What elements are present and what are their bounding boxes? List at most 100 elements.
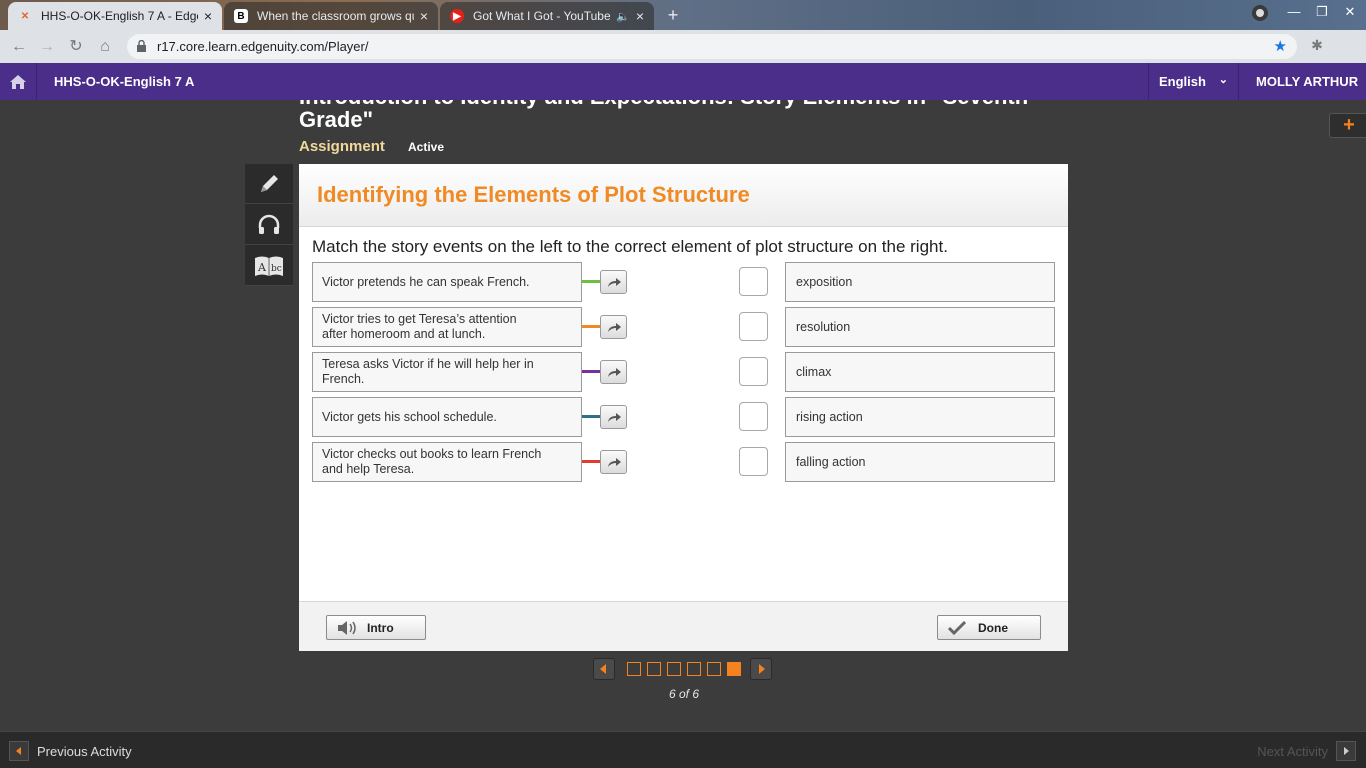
page-indicator-5[interactable] [707,662,721,676]
plot-element-text: climax [796,365,832,379]
back-icon[interactable]: ← [8,36,30,58]
lesson-status: Active [408,140,445,154]
event-item[interactable]: Victor tries to get Teresa’s attention a… [312,307,582,347]
done-button[interactable]: Done [937,615,1041,640]
lesson-type: Assignment [299,138,385,155]
house-icon [10,74,26,89]
curved-arrow-icon [607,323,621,332]
match-target-box[interactable] [739,312,768,341]
chevron-down-icon: ⌄ [1218,74,1228,86]
intro-label: Intro [367,620,394,635]
match-target-box[interactable] [739,267,768,296]
home-icon[interactable]: ⌂ [94,36,116,58]
activity-header: Identifying the Elements of Plot Structu… [299,164,1068,227]
event-text: Victor tries to get Teresa’s attention a… [322,312,517,341]
close-tab-icon[interactable]: × [420,8,428,24]
next-activity-button[interactable]: Next Activity [1257,741,1356,761]
user-name[interactable]: MOLLY ARTHUR [1256,74,1358,89]
profile-icon[interactable] [1248,4,1272,25]
browser-tab-classroom[interactable]: B When the classroom grows quiet × [224,2,438,30]
restore-icon[interactable]: ❐ [1310,4,1334,20]
match-target-box[interactable] [739,357,768,386]
url-text: r17.core.learn.edgenuity.com/Player/ [157,39,369,54]
match-target-box[interactable] [739,402,768,431]
new-tab-button[interactable]: + [662,4,684,26]
minimize-icon[interactable]: — [1282,4,1306,19]
activity-prompt: Match the story events on the left to th… [312,237,948,256]
drag-arrow-button[interactable] [600,405,627,429]
triangle-right-icon [759,664,765,674]
edgenuity-icon: ✕ [20,10,30,22]
plot-element-item: resolution [785,307,1055,347]
audio-tool-button[interactable] [245,205,293,245]
connector-line [582,460,600,463]
plot-element-item: exposition [785,262,1055,302]
event-item[interactable]: Victor gets his school schedule. [312,397,582,437]
tab-title: When the classroom grows quiet [257,9,414,23]
event-text: Victor gets his school schedule. [322,409,497,424]
event-text: Teresa asks Victor if he will help her i… [322,357,534,386]
event-item[interactable]: Teresa asks Victor if he will help her i… [312,352,582,392]
event-item[interactable]: Victor checks out books to learn French … [312,442,582,482]
speaker-icon [338,620,356,635]
pager-prev-button[interactable] [593,658,615,680]
svg-text:A: A [257,261,267,274]
curved-arrow-icon [607,458,621,467]
address-bar[interactable]: r17.core.learn.edgenuity.com/Player/ ★ [127,34,1297,59]
reload-icon[interactable]: ↻ [65,36,87,58]
b-icon: B [234,9,248,23]
app-header: HHS-O-OK-English 7 A English ⌄ MOLLY ART… [0,63,1366,100]
close-tab-icon[interactable]: × [204,8,212,24]
bookmark-star-icon[interactable]: ★ [1274,37,1287,55]
drag-arrow-button[interactable] [600,270,627,294]
done-label: Done [978,620,1008,635]
page-indicator-2[interactable] [647,662,661,676]
checkmark-icon [948,620,966,635]
curved-arrow-icon [607,413,621,422]
activity-card: Identifying the Elements of Plot Structu… [299,164,1068,651]
lock-icon [137,40,146,52]
intro-button[interactable]: Intro [326,615,426,640]
extension-icon[interactable]: ✱ [1308,37,1326,55]
triangle-right-icon [1336,741,1356,761]
previous-activity-button[interactable]: Previous Activity [9,741,132,761]
youtube-music-icon: ▶ [450,9,464,23]
course-title: HHS-O-OK-English 7 A [54,74,195,89]
page-indicator-4[interactable] [687,662,701,676]
page-indicator-1[interactable] [627,662,641,676]
tool-panel: Abc [245,164,293,286]
activity-footer: Intro Done [299,601,1068,651]
drag-arrow-button[interactable] [600,450,627,474]
drag-arrow-button[interactable] [600,315,627,339]
home-button[interactable] [0,63,37,100]
pencil-tool-button[interactable] [245,164,293,204]
pager-next-button[interactable] [750,658,772,680]
close-tab-icon[interactable]: × [636,8,644,24]
close-window-icon[interactable]: ✕ [1338,4,1362,20]
pencil-icon [261,174,278,192]
forward-icon[interactable]: → [36,36,58,58]
drag-arrow-button[interactable] [600,360,627,384]
plot-element-item: falling action [785,442,1055,482]
plot-element-item: climax [785,352,1055,392]
expand-plus-button[interactable]: + [1329,113,1366,138]
page-count: 6 of 6 [669,687,700,701]
glossary-tool-button[interactable]: Abc [245,246,293,286]
curved-arrow-icon [607,278,621,287]
browser-toolbar: ← → ↻ ⌂ r17.core.learn.edgenuity.com/Pla… [0,30,1366,63]
triangle-left-icon [600,664,606,674]
connector-line [582,280,600,283]
plot-element-item: rising action [785,397,1055,437]
language-select[interactable]: English ⌄ [1148,63,1239,100]
page-indicator-6[interactable] [727,662,741,676]
event-item[interactable]: Victor pretends he can speak French. [312,262,582,302]
browser-tab-strip: ✕ HHS-O-OK-English 7 A - Edgenuity × B W… [0,0,1366,30]
activity-title: Identifying the Elements of Plot Structu… [317,182,750,207]
page-indicator-3[interactable] [667,662,681,676]
speaker-icon[interactable]: 🔈 [616,10,630,23]
match-target-box[interactable] [739,447,768,476]
browser-tab-edgenuity[interactable]: ✕ HHS-O-OK-English 7 A - Edgenuity × [8,2,222,30]
plot-element-text: resolution [796,320,851,334]
browser-tab-youtube-music[interactable]: ▶ Got What I Got - YouTube Music 🔈 × [440,2,654,30]
dictionary-book-icon: Abc [255,256,283,276]
